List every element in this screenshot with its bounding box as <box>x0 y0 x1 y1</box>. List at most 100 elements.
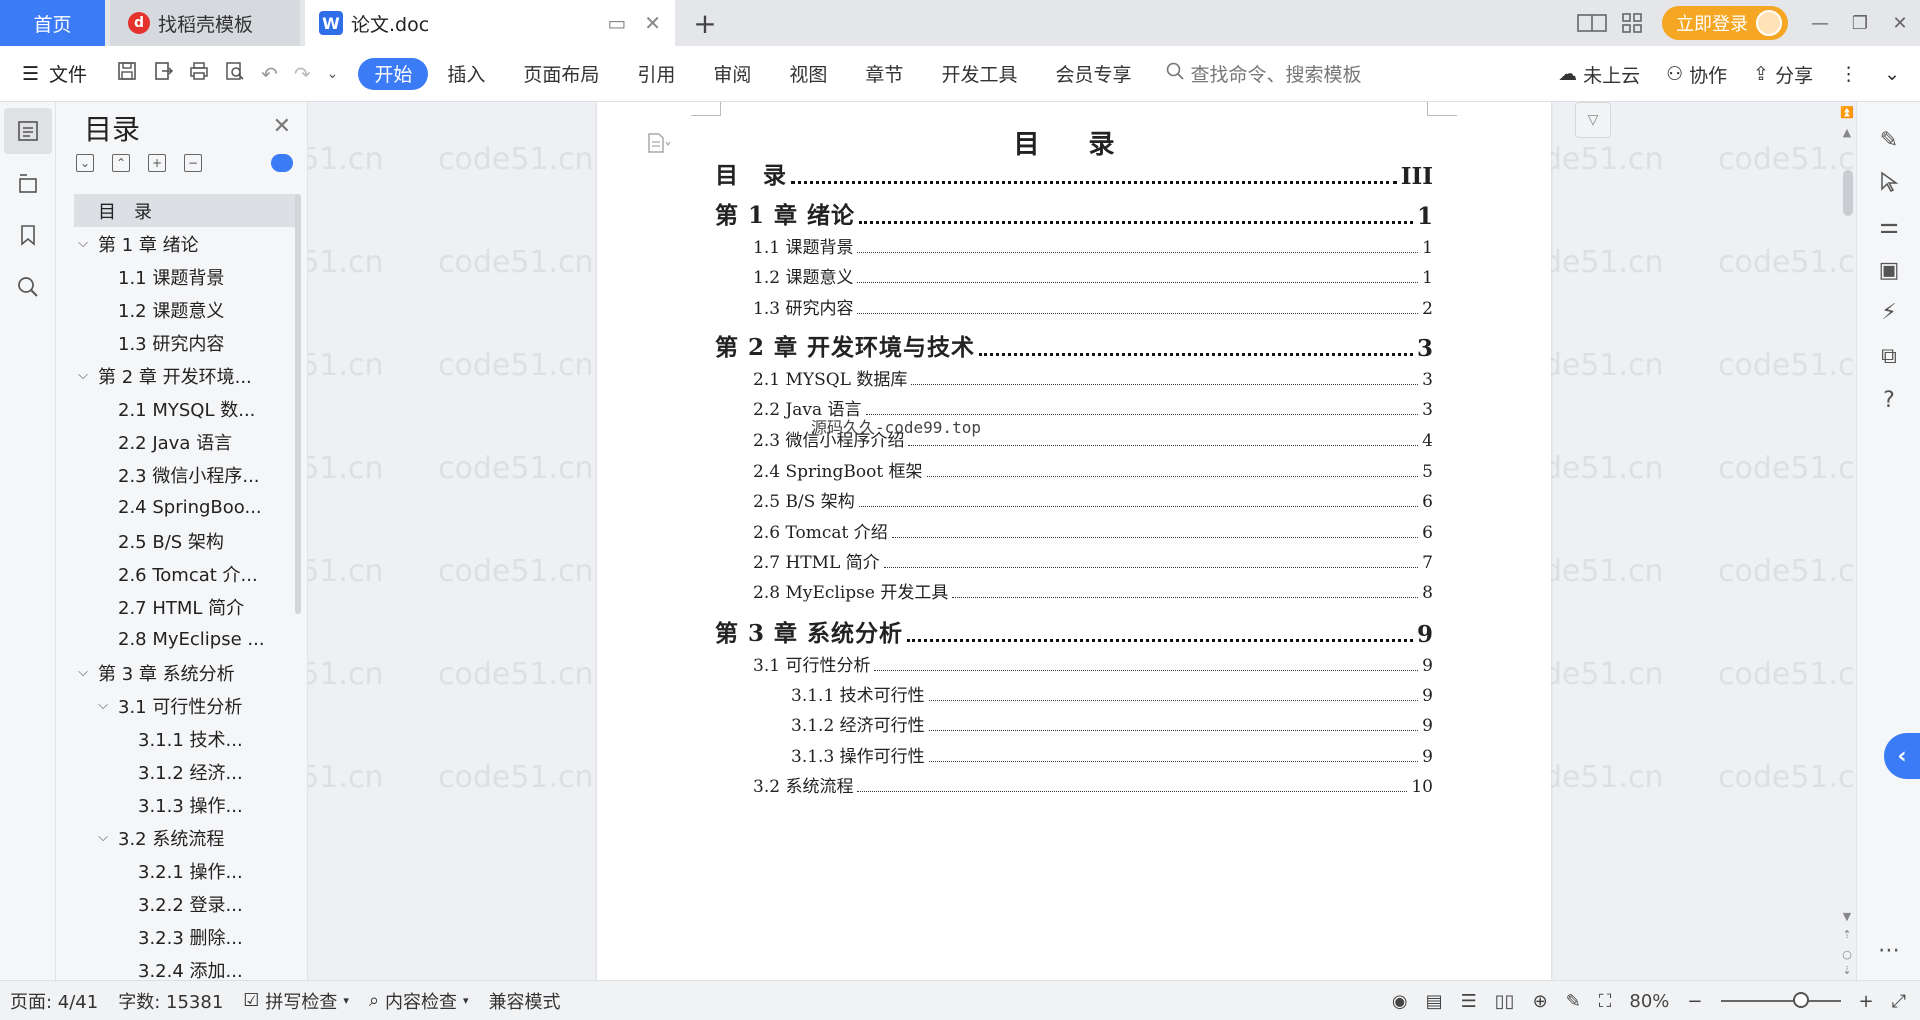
bookmark-icon[interactable] <box>4 212 52 258</box>
grid-apps-icon[interactable] <box>1612 0 1652 46</box>
toc-item[interactable]: 3.1.1 技术... <box>74 722 299 755</box>
toc-entry[interactable]: 第 2 章 开发环境与技术 3 <box>715 328 1433 362</box>
cloud-status-button[interactable]: ☁ 未上云 <box>1558 61 1640 88</box>
toc-entry[interactable]: 1.1 课题背景 1 <box>715 233 1433 258</box>
chevron-down-icon[interactable]: ⌵ <box>94 698 112 713</box>
toc-entry[interactable]: 2.1 MYSQL 数据库 3 <box>715 365 1433 390</box>
zoom-out-icon[interactable]: − <box>1687 991 1702 1012</box>
toc-item[interactable]: 1.1 课题背景 <box>74 260 299 293</box>
scrollbar-thumb[interactable] <box>1843 170 1853 216</box>
collaborate-button[interactable]: ⚇ 协作 <box>1666 61 1727 88</box>
remove-heading-icon[interactable]: − <box>184 154 202 172</box>
expand-all-icon[interactable]: ⌄ <box>76 154 94 172</box>
find-icon[interactable] <box>4 264 52 310</box>
share-button[interactable]: ⇪ 分享 <box>1753 61 1813 88</box>
toc-item[interactable]: 3.1.2 经济... <box>74 755 299 788</box>
toc-display-toggle-icon[interactable] <box>271 154 293 172</box>
content-check-button[interactable]: ⌕ 内容检查 ▾ <box>359 988 479 1014</box>
toc-entry[interactable]: 第 1 章 绪论 1 <box>715 196 1433 230</box>
file-menu[interactable]: ☰ 文件 <box>22 60 87 87</box>
tab-sections[interactable]: 章节 <box>846 58 922 90</box>
chevron-down-icon[interactable]: ⌵ <box>74 665 92 680</box>
image-tools-icon[interactable]: ▣ <box>1871 252 1907 288</box>
toc-item[interactable]: 2.6 Tomcat 介... <box>74 557 299 590</box>
close-panel-icon[interactable]: ✕ <box>273 114 291 139</box>
toc-item[interactable]: 2.5 B/S 架构 <box>74 524 299 557</box>
print-icon[interactable] <box>189 61 209 86</box>
toc-entry[interactable]: 1.2 课题意义 1 <box>715 263 1433 288</box>
web-layout-icon[interactable]: ⊕ <box>1533 991 1548 1012</box>
eye-protection-icon[interactable]: ◉ <box>1392 991 1408 1012</box>
toc-item[interactable]: ⌵ 第 3 章 系统分析 <box>74 656 299 689</box>
close-window-icon[interactable]: ✕ <box>1880 0 1920 46</box>
restore-icon[interactable]: ❐ <box>1840 0 1880 46</box>
toc-item[interactable]: 3.2.3 删除... <box>74 920 299 953</box>
adjust-sliders-icon[interactable]: ⚌ <box>1871 208 1907 244</box>
tab-page-layout[interactable]: 页面布局 <box>504 58 618 90</box>
filter-format-icon[interactable]: ▽ <box>1575 102 1611 138</box>
reading-mode-icon[interactable]: ▯▯ <box>1495 991 1515 1012</box>
toc-entry[interactable]: 2.5 B/S 架构 6 <box>715 487 1433 512</box>
toc-entry[interactable]: 3.1.1 技术可行性 9 <box>715 681 1433 706</box>
zoom-slider-knob[interactable] <box>1792 992 1809 1008</box>
tab-document[interactable]: W 论文.doc ▭ ✕ <box>305 0 675 46</box>
toc-scrollbar[interactable] <box>295 194 301 614</box>
document-page[interactable]: 目 录 目 录 III 第 1 章 绪论 1 1.1 课题背景 1 1.2 课题意义 1 1.3… <box>597 102 1551 980</box>
zoom-level[interactable]: 80% <box>1629 991 1669 1012</box>
tab-home-start[interactable]: 开始 <box>358 57 429 90</box>
toc-item[interactable]: ⌵ 3.2 系统流程 <box>74 821 299 854</box>
chapter-nav-icon[interactable] <box>4 160 52 206</box>
toc-item[interactable]: 3.2.2 登录... <box>74 887 299 920</box>
command-search[interactable]: 查找命令、搜索模板 <box>1166 60 1361 87</box>
toc-item[interactable]: 2.2 Java 语言 <box>74 425 299 458</box>
toc-entry[interactable]: 第 3 章 系统分析 9 <box>715 614 1433 648</box>
print-preview-icon[interactable] <box>225 61 245 86</box>
collapse-ribbon-icon[interactable]: ⌄ <box>1884 63 1900 85</box>
zoom-in-icon[interactable]: + <box>1859 991 1874 1012</box>
toc-item[interactable]: 3.2.1 操作... <box>74 854 299 887</box>
toc-item[interactable]: ⌵ 第 1 章 绪论 <box>74 227 299 260</box>
toc-item[interactable]: 3.1.3 操作... <box>74 788 299 821</box>
vertical-scrollbar[interactable]: ⏫ ▲ ▼ ⇡ ○ ⇣ <box>1838 102 1856 980</box>
tab-insert[interactable]: 插入 <box>428 58 504 90</box>
select-cursor-icon[interactable] <box>1871 164 1907 200</box>
more-tools-icon[interactable]: ⋯ <box>1871 932 1907 968</box>
toc-item[interactable]: 2.1 MYSQL 数... <box>74 392 299 425</box>
pen-icon[interactable]: ✎ <box>1871 122 1907 158</box>
page-indicator[interactable]: 页面: 4/41 <box>0 988 108 1014</box>
toc-item[interactable]: ⌵ 第 2 章 开发环境... <box>74 359 299 392</box>
toc-entry[interactable]: 2.7 HTML 简介 7 <box>715 548 1433 573</box>
toc-item[interactable]: 目 录 <box>74 194 299 227</box>
more-options-icon[interactable]: ⋮ <box>1839 63 1858 85</box>
next-page-icon[interactable]: ⇣ <box>1838 964 1856 977</box>
tab-developer[interactable]: 开发工具 <box>922 58 1036 90</box>
toc-entry[interactable]: 目 录 III <box>715 156 1433 190</box>
save-icon[interactable] <box>117 61 137 86</box>
zoom-slider[interactable] <box>1720 992 1841 1008</box>
toc-item[interactable]: 2.7 HTML 简介 <box>74 590 299 623</box>
export-icon[interactable] <box>153 61 174 86</box>
customize-dropdown-icon[interactable]: ⌄ <box>327 66 339 82</box>
close-tab-icon[interactable]: ✕ <box>644 11 661 35</box>
chevron-down-icon[interactable]: ⌵ <box>94 830 112 845</box>
toc-entry[interactable]: 3.1.2 经济可行性 9 <box>715 711 1433 736</box>
toc-item[interactable]: 3.2.4 添加... <box>74 953 299 981</box>
help-icon[interactable]: ? <box>1871 382 1907 418</box>
toc-item[interactable]: 1.2 课题意义 <box>74 293 299 326</box>
chevron-down-icon[interactable]: ⌵ <box>74 368 92 383</box>
scroll-down-icon[interactable]: ▼ <box>1838 910 1856 923</box>
page-select-icon[interactable]: ○ <box>1838 948 1856 961</box>
toc-item[interactable]: 2.4 SpringBoo... <box>74 491 299 524</box>
scroll-up-icon[interactable]: ▲ <box>1838 126 1856 139</box>
tab-view[interactable]: 视图 <box>770 58 846 90</box>
minimize-icon[interactable]: — <box>1800 0 1840 46</box>
toc-entry[interactable]: 3.2 系统流程 10 <box>715 772 1433 797</box>
scroll-top-icon[interactable]: ⏫ <box>1838 106 1856 119</box>
toc-entry[interactable]: 1.3 研究内容 2 <box>715 294 1433 319</box>
reading-icon[interactable]: ⧉ <box>1871 338 1907 374</box>
toc-entry[interactable]: 3.1.3 操作可行性 9 <box>715 742 1433 767</box>
reading-layout-icon[interactable] <box>1572 0 1612 46</box>
add-heading-icon[interactable]: + <box>148 154 166 172</box>
chevron-down-icon[interactable]: ⌵ <box>74 236 92 251</box>
prev-page-icon[interactable]: ⇡ <box>1838 928 1856 941</box>
